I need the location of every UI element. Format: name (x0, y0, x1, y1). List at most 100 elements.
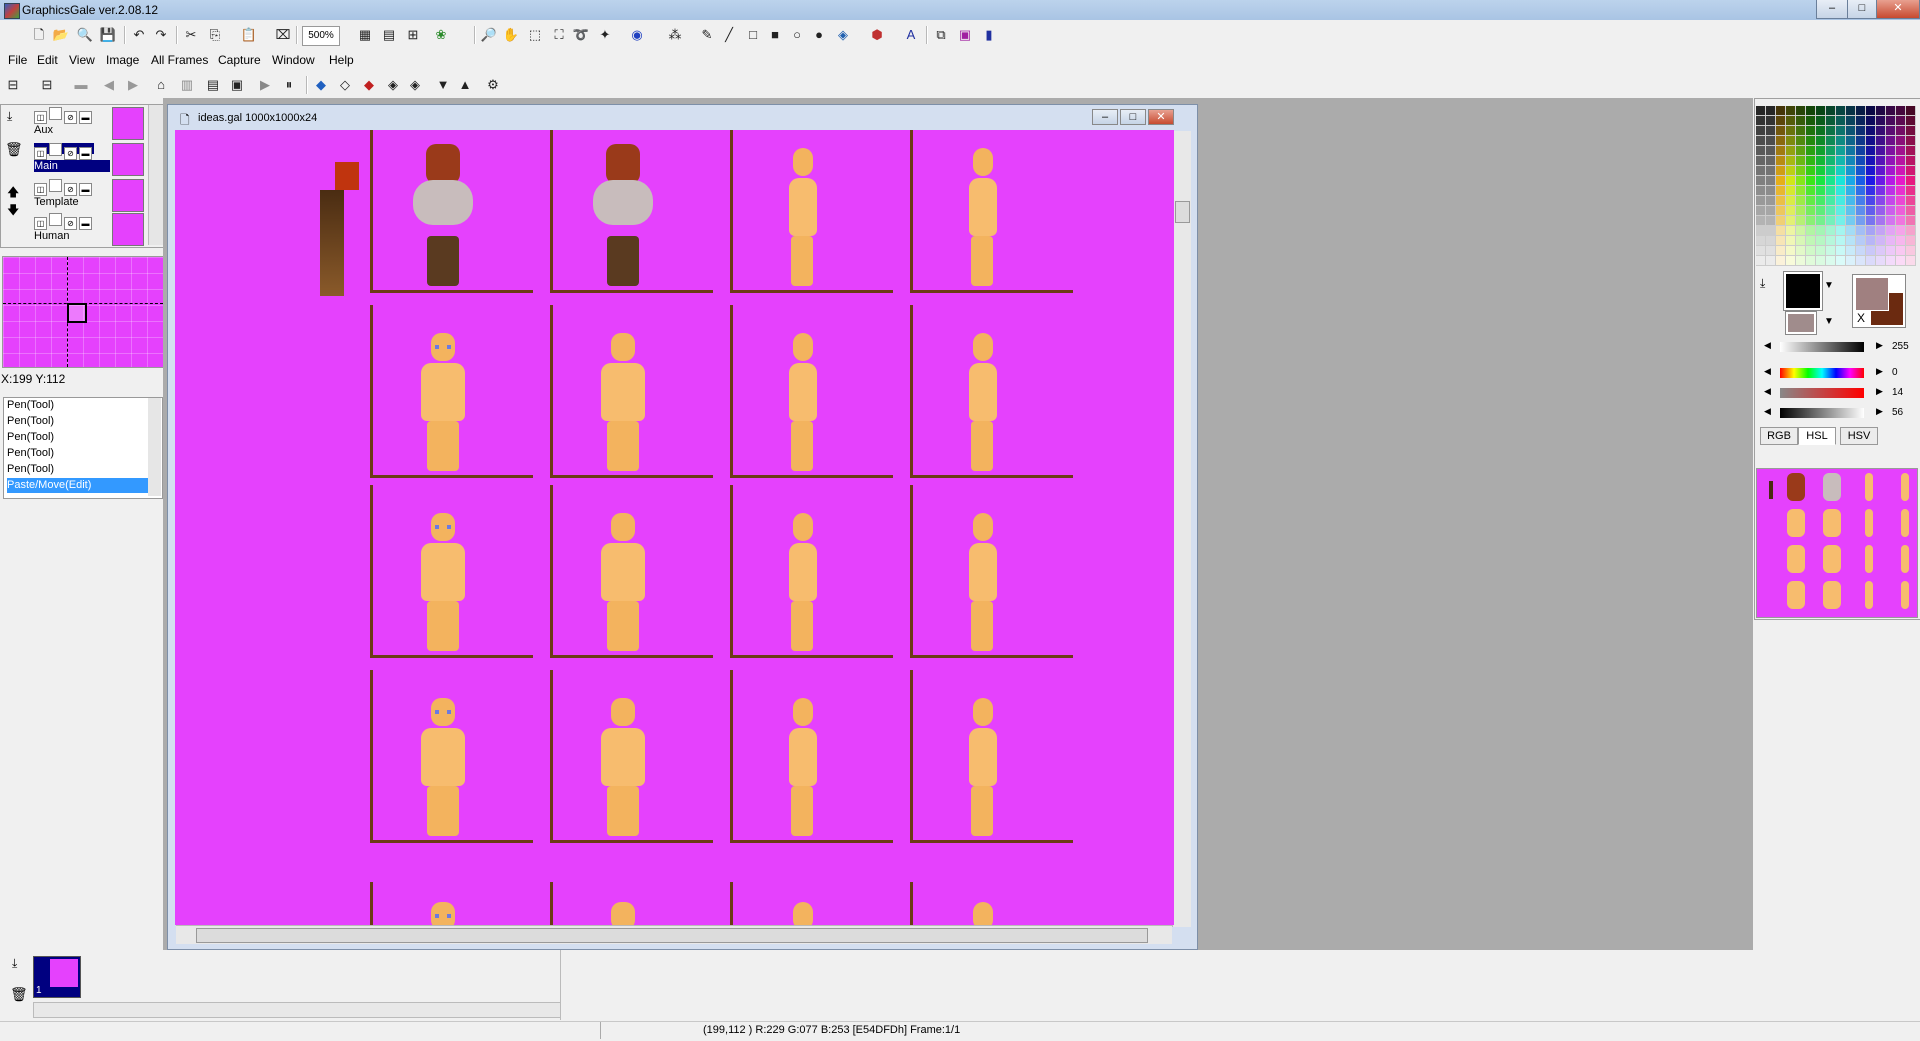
frame-thumbnail[interactable]: 1 (33, 956, 81, 998)
palette-swatch[interactable] (1796, 216, 1806, 226)
palette-swatch[interactable] (1846, 136, 1856, 146)
palette-swatch[interactable] (1806, 166, 1816, 176)
palette-swatch[interactable] (1756, 206, 1766, 216)
open-file-icon[interactable]: 📂 (52, 26, 70, 44)
palette-swatch[interactable] (1906, 206, 1916, 216)
fill-icon[interactable]: ◈ (834, 26, 852, 44)
palette-swatch[interactable] (1846, 106, 1856, 116)
layer-template[interactable]: ◫ ⊘ ▬ Template (34, 179, 144, 212)
palette-swatch[interactable] (1766, 246, 1776, 256)
palette-swatch[interactable] (1816, 186, 1826, 196)
palette-swatch[interactable] (1856, 206, 1866, 216)
palette-swatch[interactable] (1906, 236, 1916, 246)
palette-swatch[interactable] (1766, 126, 1776, 136)
palette-swatch[interactable] (1846, 196, 1856, 206)
palette-swatch[interactable] (1826, 196, 1836, 206)
palette-swatch[interactable] (1846, 166, 1856, 176)
sprite-cell[interactable] (910, 670, 1073, 843)
palette-swatch[interactable] (1776, 106, 1786, 116)
palette-swatch[interactable] (1836, 236, 1846, 246)
frame-trash-icon[interactable]: 🗑 (10, 986, 28, 1003)
palette-swatch[interactable] (1776, 216, 1786, 226)
palette-swatch[interactable] (1776, 196, 1786, 206)
palette-swatch[interactable] (1786, 156, 1796, 166)
palette-swatch[interactable] (1806, 186, 1816, 196)
slider-right-arrow[interactable]: ▶ (1876, 366, 1883, 377)
slider-left-arrow[interactable]: ◀ (1764, 340, 1771, 351)
doc-maximize-button[interactable]: □ (1120, 109, 1146, 125)
slider-left-arrow[interactable]: ◀ (1764, 406, 1771, 417)
horizontal-scroll-thumb[interactable] (196, 928, 1148, 943)
palette-swatch[interactable] (1856, 146, 1866, 156)
layer-props-icon[interactable]: ◈ (406, 76, 424, 94)
palette-swatch[interactable] (1886, 126, 1896, 136)
palette-swatch[interactable] (1856, 246, 1866, 256)
filled-ellipse-icon[interactable]: ● (810, 26, 828, 44)
onion-icon[interactable]: ▥ (178, 76, 196, 94)
palette-swatch[interactable] (1806, 236, 1816, 246)
frame-delete-icon[interactable]: ⊟ (38, 76, 56, 94)
palette-swatch[interactable] (1886, 226, 1896, 236)
palette-swatch[interactable] (1846, 216, 1856, 226)
sprite-cell[interactable] (370, 305, 533, 478)
frame-paste-icon[interactable]: ▣ (228, 76, 246, 94)
palette-swatch[interactable] (1866, 106, 1876, 116)
palette-swatch[interactable] (1806, 116, 1816, 126)
palette-swatch[interactable] (1836, 226, 1846, 236)
palette-swatch[interactable] (1766, 106, 1776, 116)
palette-swatch[interactable] (1876, 186, 1886, 196)
palette-swatch[interactable] (1766, 256, 1776, 266)
palette-swatch[interactable] (1906, 246, 1916, 256)
layers-scrollbar[interactable] (148, 105, 163, 245)
replace-color-icon[interactable]: ⬢ (868, 26, 886, 44)
palette-swatch[interactable] (1786, 186, 1796, 196)
palette-swatch[interactable] (1786, 206, 1796, 216)
undo-icon[interactable]: ↶ (130, 26, 148, 44)
palette-swatch[interactable] (1796, 106, 1806, 116)
preview-panel[interactable] (1756, 468, 1918, 618)
next-frame-icon[interactable]: ▶ (124, 76, 142, 94)
palette-swatch[interactable] (1876, 156, 1886, 166)
palette-swatch[interactable] (1826, 216, 1836, 226)
palette-swatch[interactable] (1766, 176, 1776, 186)
palette-swatch[interactable] (1906, 196, 1916, 206)
palette-swatch[interactable] (1886, 256, 1896, 266)
palette-swatch[interactable] (1906, 186, 1916, 196)
close-button[interactable]: ✕ (1876, 0, 1920, 19)
pen-icon[interactable]: ✎ (698, 26, 716, 44)
palette-swatch[interactable] (1876, 116, 1886, 126)
palette-swatch[interactable] (1896, 186, 1906, 196)
palette-swatch[interactable] (1836, 176, 1846, 186)
rect-select-icon[interactable]: ⬚ (526, 26, 544, 44)
palette-swatch[interactable] (1756, 106, 1766, 116)
palette-swatch[interactable] (1856, 136, 1866, 146)
sprite-cell[interactable] (730, 305, 893, 478)
palette-swatch[interactable] (1776, 156, 1786, 166)
minimize-button[interactable]: ‒ (1816, 0, 1848, 19)
history-list[interactable]: Pen(Tool) Pen(Tool) Pen(Tool) Pen(Tool) … (3, 397, 163, 499)
palette-swatch[interactable] (1816, 156, 1826, 166)
palette-swatch[interactable] (1836, 186, 1846, 196)
select-icon[interactable]: ⛶ (550, 26, 568, 44)
palette-swatch[interactable] (1756, 136, 1766, 146)
menu-window[interactable]: Window (272, 53, 315, 67)
rectangle-icon[interactable]: □ (744, 26, 762, 44)
palette-swatch[interactable] (1816, 146, 1826, 156)
palette-swatch[interactable] (1756, 176, 1766, 186)
palette-swatch[interactable] (1786, 196, 1796, 206)
palette-swatch[interactable] (1826, 246, 1836, 256)
palette-swatch[interactable] (1756, 156, 1766, 166)
palette-swatch[interactable] (1806, 126, 1816, 136)
zoom-tool-icon[interactable]: 🔎 (480, 26, 498, 44)
tab-hsl[interactable]: HSL (1798, 427, 1836, 445)
palette-swatch[interactable] (1896, 106, 1906, 116)
sprite-cell[interactable] (550, 485, 713, 658)
history-scrollbar[interactable] (148, 398, 161, 496)
palette-swatch[interactable] (1826, 116, 1836, 126)
history-item[interactable]: Pen(Tool) (7, 446, 149, 461)
palette-swatch[interactable] (1836, 136, 1846, 146)
fg-bg-colors[interactable]: X (1852, 274, 1906, 328)
palette-swatch[interactable] (1806, 246, 1816, 256)
palette-swatch[interactable] (1896, 176, 1906, 186)
palette-swatch[interactable] (1806, 146, 1816, 156)
